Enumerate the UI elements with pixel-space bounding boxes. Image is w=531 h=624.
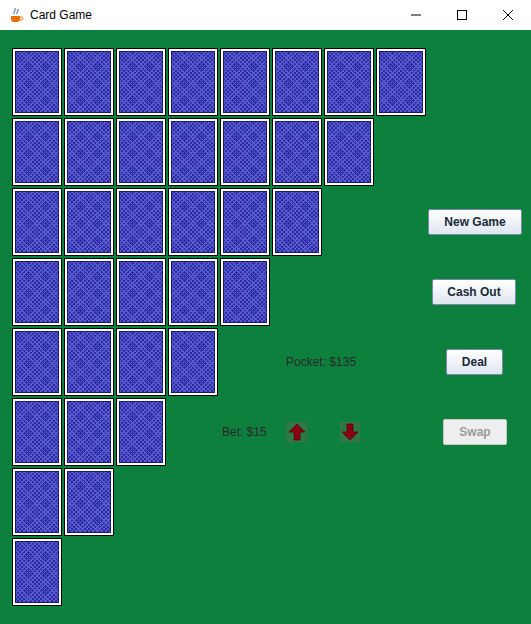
window-title: Card Game bbox=[30, 6, 92, 24]
card[interactable] bbox=[116, 398, 166, 466]
card-row bbox=[12, 48, 531, 116]
bet-label: Bet: $15 bbox=[222, 423, 287, 441]
card[interactable] bbox=[168, 258, 218, 326]
card[interactable] bbox=[220, 258, 270, 326]
card-row bbox=[12, 538, 531, 606]
pocket-label: Pocket: $135 bbox=[286, 353, 446, 371]
card[interactable] bbox=[12, 48, 62, 116]
card[interactable] bbox=[272, 48, 322, 116]
card[interactable] bbox=[116, 48, 166, 116]
card[interactable] bbox=[12, 328, 62, 396]
card[interactable] bbox=[116, 258, 166, 326]
window: Card Game New Game Cash Out Pocket: $135Dea… bbox=[0, 0, 531, 624]
cash-out-button[interactable]: Cash Out bbox=[432, 279, 516, 305]
card[interactable] bbox=[168, 48, 218, 116]
close-button[interactable] bbox=[485, 0, 531, 30]
minimize-button[interactable] bbox=[393, 0, 439, 30]
card[interactable] bbox=[12, 118, 62, 186]
card[interactable] bbox=[116, 188, 166, 256]
card[interactable] bbox=[168, 188, 218, 256]
card[interactable] bbox=[64, 468, 114, 536]
card[interactable] bbox=[324, 48, 374, 116]
card[interactable] bbox=[12, 188, 62, 256]
card[interactable] bbox=[64, 258, 114, 326]
card[interactable] bbox=[12, 538, 62, 606]
card[interactable] bbox=[116, 328, 166, 396]
maximize-button[interactable] bbox=[439, 0, 485, 30]
new-game-button[interactable]: New Game bbox=[428, 209, 522, 235]
title-bar: Card Game bbox=[0, 0, 531, 30]
card[interactable] bbox=[12, 398, 62, 466]
down-arrow-icon bbox=[341, 423, 359, 441]
card[interactable] bbox=[220, 188, 270, 256]
deal-button[interactable]: Deal bbox=[446, 349, 503, 375]
card[interactable] bbox=[220, 48, 270, 116]
card[interactable] bbox=[64, 328, 114, 396]
bet-up-button[interactable] bbox=[287, 422, 307, 442]
up-arrow-icon bbox=[288, 423, 306, 441]
card[interactable] bbox=[324, 118, 374, 186]
card[interactable] bbox=[12, 468, 62, 536]
card[interactable] bbox=[64, 398, 114, 466]
card[interactable] bbox=[64, 118, 114, 186]
card[interactable] bbox=[64, 48, 114, 116]
card-row: Pocket: $135Deal bbox=[12, 328, 531, 396]
bet-down-button[interactable] bbox=[340, 422, 360, 442]
card[interactable] bbox=[12, 258, 62, 326]
card[interactable] bbox=[116, 118, 166, 186]
card[interactable] bbox=[168, 328, 218, 396]
maximize-icon bbox=[457, 10, 467, 20]
close-icon bbox=[503, 10, 513, 20]
minimize-icon bbox=[411, 10, 421, 20]
swap-button[interactable]: Swap bbox=[443, 419, 507, 445]
card[interactable] bbox=[168, 118, 218, 186]
card-row: Bet: $15 Swap bbox=[12, 398, 531, 466]
card-row: New Game bbox=[12, 188, 531, 256]
card-row: Cash Out bbox=[12, 258, 531, 326]
java-icon bbox=[8, 7, 24, 23]
card[interactable] bbox=[220, 118, 270, 186]
card[interactable] bbox=[64, 188, 114, 256]
card[interactable] bbox=[272, 188, 322, 256]
card[interactable] bbox=[272, 118, 322, 186]
card-row bbox=[12, 118, 531, 186]
card-row bbox=[12, 468, 531, 536]
game-table: New GameCash OutPocket: $135DealBet: $15… bbox=[0, 30, 531, 624]
card[interactable] bbox=[376, 48, 426, 116]
